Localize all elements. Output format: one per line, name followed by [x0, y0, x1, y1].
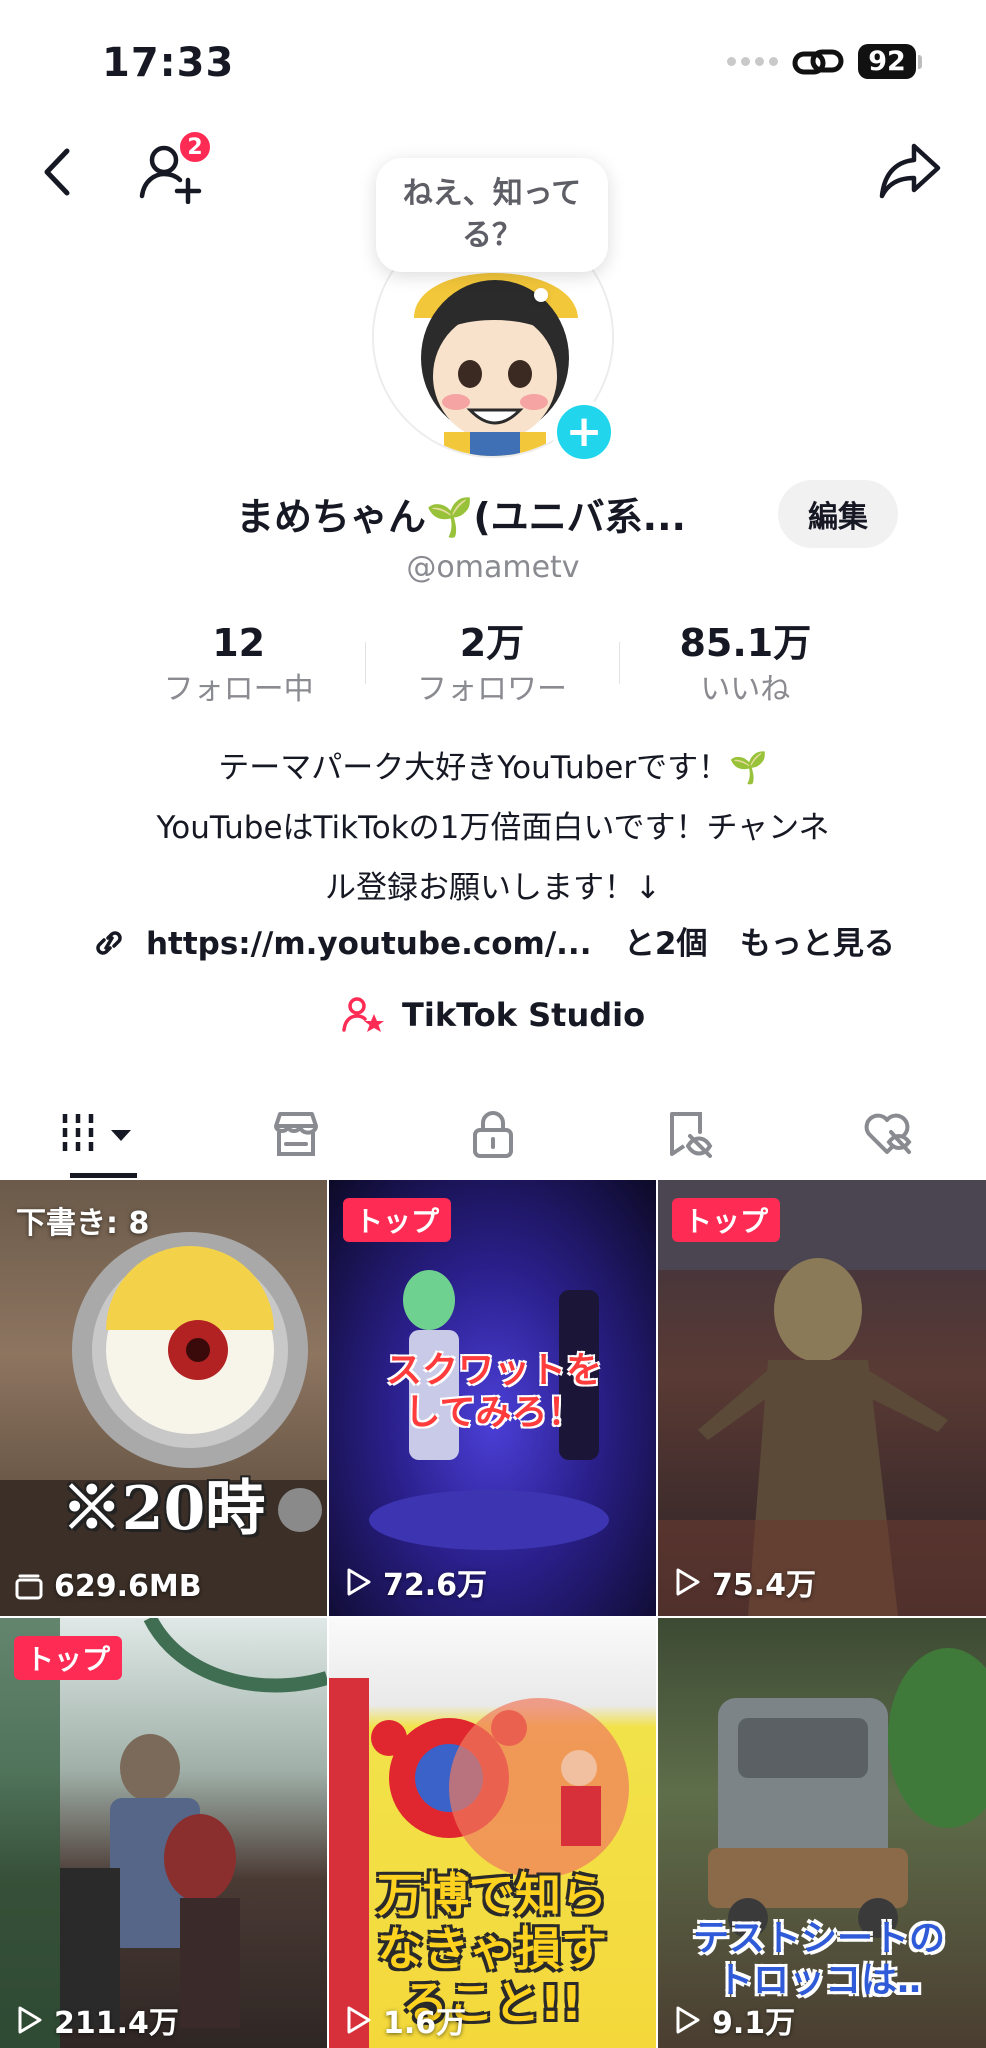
view-count-value: 75.4万 — [712, 1568, 817, 1603]
play-icon — [18, 2006, 42, 2034]
private-lock-icon — [473, 1111, 513, 1158]
video-tile[interactable]: トップ 75.4万 — [658, 1180, 986, 1616]
stat-label: フォロワー — [416, 672, 567, 707]
minion-thumbnail-art — [0, 1232, 327, 1616]
view-count: 72.6万 — [343, 1560, 487, 1604]
video-grid: ※20時 下書き: 8 629.6MB スクワットをしてみろ！ トップ 72.6… — [0, 1180, 986, 2048]
creator-star-icon — [342, 997, 384, 1032]
plus-icon: + — [565, 406, 603, 457]
bio-line: ル登録お願いします！↓ — [325, 870, 661, 906]
view-count: 75.4万 — [672, 1560, 816, 1604]
video-tile[interactable]: 万博で知らなきゃ損すること!! 1.6万 — [329, 1618, 656, 2048]
stat-value: 12 — [212, 621, 266, 665]
add-friends-button[interactable]: 2 — [138, 130, 212, 205]
story-bubble[interactable]: ねえ、知ってる？ — [376, 158, 608, 272]
videos-grid-icon — [62, 1114, 131, 1154]
battery-level: 92 — [858, 44, 916, 79]
bio-link[interactable]: https://m.youtube.com/... — [146, 926, 592, 962]
tab-reposts[interactable] — [592, 1090, 789, 1178]
likes-stat[interactable]: 85.1万 いいね — [618, 618, 872, 718]
drafts-tile[interactable]: ※20時 下書き: 8 629.6MB — [0, 1180, 327, 1616]
top-badge: トップ — [14, 1636, 123, 1680]
video-thumbnail — [0, 1180, 327, 1616]
status-time: 17:33 — [102, 40, 235, 86]
zombie-crowd-thumbnail-art — [0, 1618, 327, 2048]
top-badge: トップ — [343, 1198, 452, 1242]
signal-icon — [727, 57, 778, 66]
play-icon — [676, 1568, 700, 1596]
draft-size-value: 629.6MB — [54, 1569, 202, 1604]
view-count-value: 72.6万 — [383, 1568, 488, 1603]
play-icon — [347, 1568, 371, 1596]
bio-link-count: と2個 — [623, 926, 708, 962]
tab-videos[interactable] — [0, 1090, 197, 1178]
play-icon — [676, 2006, 700, 2034]
share-profile-button[interactable] — [878, 142, 946, 202]
tab-private[interactable] — [394, 1090, 591, 1178]
following-stat[interactable]: 12 フォロー中 — [112, 618, 365, 718]
profile-tabs — [0, 1090, 986, 1178]
view-count-value: 9.1万 — [712, 2006, 796, 2041]
share-arrow-icon — [879, 143, 941, 199]
thumbnail-caption: ※20時 — [61, 1474, 266, 1544]
view-count-value: 1.6万 — [383, 2006, 467, 2041]
liked-heart-icon — [865, 1113, 912, 1154]
bio-line: テーマパーク大好きYouTuberです！🌱 — [218, 750, 768, 786]
link-icon — [96, 931, 122, 955]
edit-profile-button[interactable]: 編集 — [778, 480, 898, 548]
video-thumbnail — [0, 1618, 327, 2048]
shop-icon — [273, 1112, 318, 1156]
stat-label: フォロー中 — [163, 672, 314, 707]
view-count-value: 211.4万 — [54, 2006, 179, 2041]
notification-badge: 2 — [178, 130, 212, 164]
bubble-tail — [534, 288, 548, 302]
top-badge: トップ — [672, 1198, 781, 1242]
bio-line: YouTubeはTikTokの1万倍面白いです！チャンネ — [156, 810, 830, 846]
tab-shop[interactable] — [197, 1090, 394, 1178]
name-row: まめちゃん🌱(ユニバ系... 編集 — [0, 480, 986, 548]
drafts-icon — [15, 1574, 43, 1599]
reposts-icon — [670, 1112, 713, 1158]
back-button[interactable] — [32, 142, 80, 202]
bio-link-row[interactable]: https://m.youtube.com/... と2個 もっと見る — [0, 918, 986, 963]
thumbnail-caption: スクワットをしてみろ！ — [385, 1350, 602, 1433]
view-count: 9.1万 — [672, 1998, 795, 2042]
view-count: 1.6万 — [343, 1998, 466, 2042]
stat-value: 2万 — [459, 621, 525, 665]
username-handle: @omametv — [406, 550, 580, 585]
video-tile[interactable]: テストシートのトロッコは‥ 9.1万 — [658, 1618, 986, 2048]
hotspot-link-icon — [792, 49, 844, 74]
play-icon — [347, 2006, 371, 2034]
drafts-label: 下書き: 8 — [16, 1206, 150, 1241]
status-indicators: 92 — [727, 44, 922, 79]
tiktok-studio-link[interactable]: TikTok Studio — [0, 994, 986, 1034]
profile-stats: 12 フォロー中 2万 フォロワー 85.1万 いいね — [112, 618, 872, 718]
stat-value: 85.1万 — [679, 621, 812, 665]
stat-label: いいね — [700, 672, 791, 707]
draft-size: 629.6MB — [14, 1569, 202, 1604]
zombie-thumbnail-art — [658, 1180, 986, 1616]
avatar-add-button[interactable]: + — [552, 400, 616, 464]
battery-icon: 92 — [858, 44, 922, 79]
tab-liked[interactable] — [789, 1090, 986, 1178]
display-name: まめちゃん🌱(ユニバ系... — [236, 495, 686, 539]
profile-page: 17:33 92 2 + ねえ、知ってる？ まめちゃん🌱(ユニバ系... 編集 … — [0, 0, 986, 2048]
thumbnail-caption: テストシートのトロッコは‥ — [692, 1918, 945, 2001]
see-more-link[interactable]: もっと見る — [740, 926, 895, 962]
video-thumbnail — [658, 1180, 986, 1616]
bio-text: テーマパーク大好きYouTuberです！🌱 YouTubeはTikTokの1万倍… — [60, 738, 926, 918]
video-tile[interactable]: トップ 211.4万 — [0, 1618, 327, 2048]
studio-label: TikTok Studio — [402, 996, 646, 1034]
video-tile[interactable]: スクワットをしてみろ！ トップ 72.6万 — [329, 1180, 656, 1616]
followers-stat[interactable]: 2万 フォロワー — [365, 618, 618, 718]
chevron-left-icon — [44, 148, 70, 196]
view-count: 211.4万 — [14, 1998, 179, 2042]
